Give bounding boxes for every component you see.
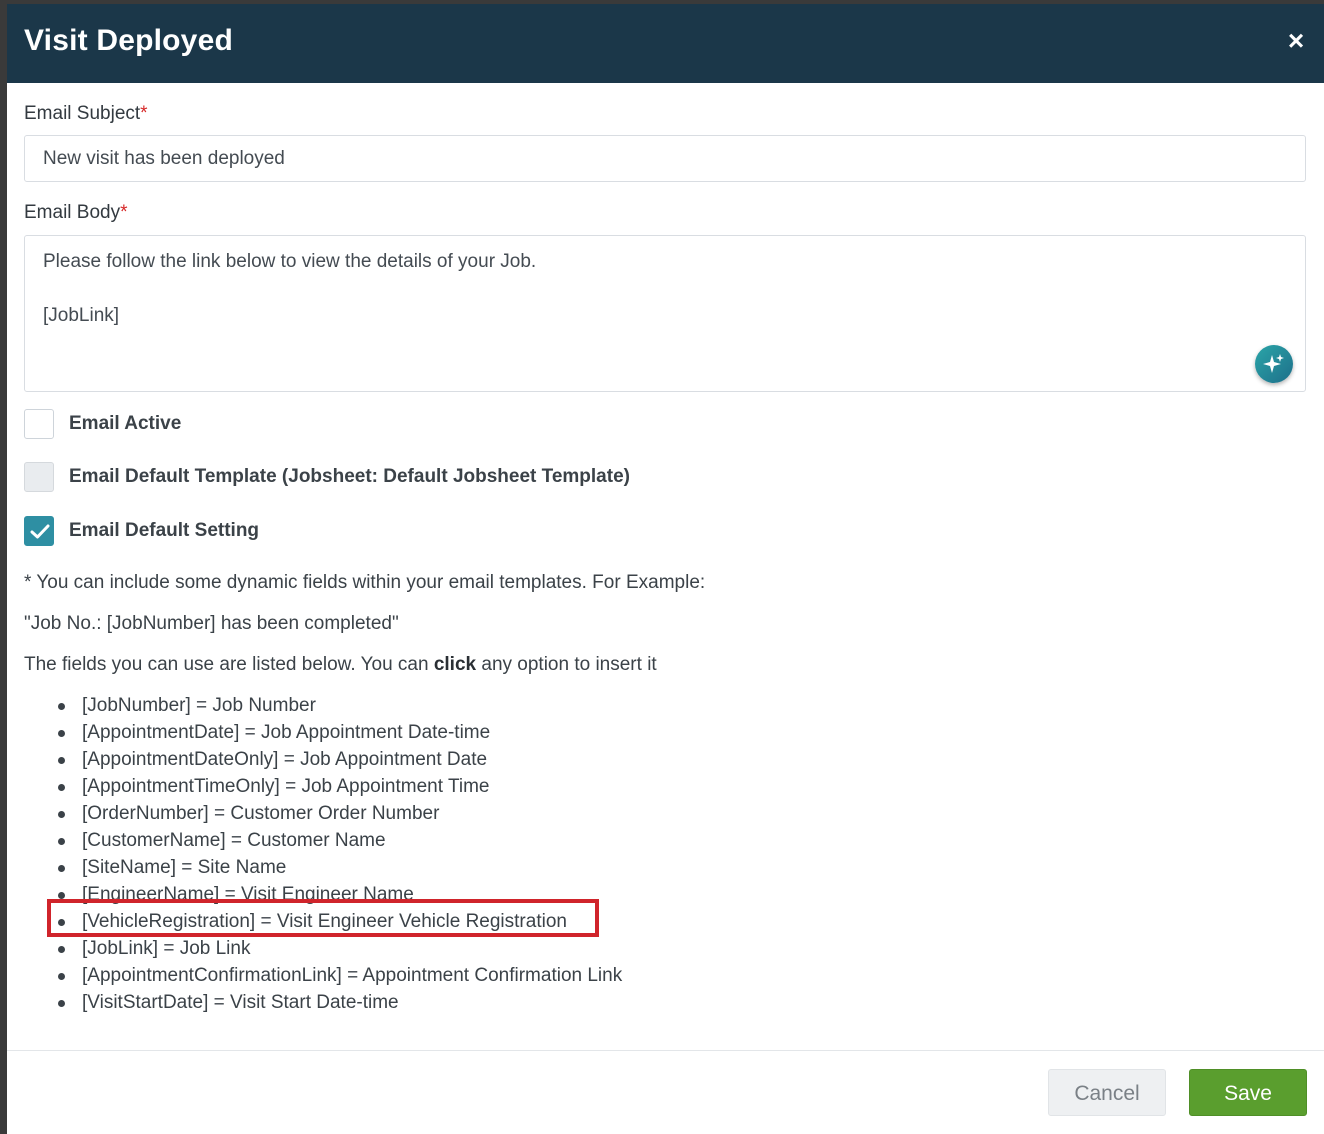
bullet (58, 703, 65, 710)
dynamic-field-item[interactable]: [AppointmentTimeOnly] = Job Appointment … (24, 773, 622, 800)
dynamic-fields-instruction: The fields you can use are listed below.… (24, 654, 657, 675)
bullet (58, 730, 65, 737)
dynamic-fields-list: [JobNumber] = Job Number [AppointmentDat… (24, 692, 622, 1016)
close-icon: × (1287, 25, 1305, 56)
bullet (58, 838, 65, 845)
dialog-header: Visit Deployed × (7, 4, 1324, 83)
dynamic-field-item[interactable]: [CustomerName] = Customer Name (24, 827, 622, 854)
bullet (58, 946, 65, 953)
sparkle-icon (1263, 354, 1284, 373)
dialog-title: Visit Deployed (24, 24, 233, 57)
bullet (58, 1000, 65, 1007)
dynamic-field-item[interactable]: [VisitStartDate] = Visit Start Date-time (24, 989, 622, 1016)
bullet (58, 757, 65, 764)
email-subject-input[interactable]: New visit has been deployed (24, 135, 1306, 182)
dynamic-field-item[interactable]: [AppointmentConfirmationLink] = Appointm… (24, 962, 622, 989)
required-mark: * (140, 103, 148, 124)
dynamic-fields-example: "Job No.: [JobNumber] has been completed… (24, 613, 399, 634)
email-default-template-label: Email Default Template (Jobsheet: Defaul… (69, 466, 630, 487)
bullet (58, 919, 65, 926)
dynamic-field-item-vehicle-registration[interactable]: [VehicleRegistration] = Visit Engineer V… (24, 908, 622, 935)
close-button[interactable]: × (1284, 26, 1308, 56)
email-body-line: [JobLink] (43, 305, 120, 326)
email-default-setting-checkbox[interactable] (24, 516, 54, 546)
required-mark: * (120, 202, 128, 223)
bullet (58, 865, 65, 872)
dynamic-field-item[interactable]: [EngineerName] = Visit Engineer Name (24, 881, 622, 908)
email-active-label: Email Active (69, 413, 182, 434)
checkmark-icon (30, 524, 50, 539)
email-body-blank-line (43, 275, 1287, 302)
bullet (58, 973, 65, 980)
email-subject-label: Email Subject* (24, 103, 148, 124)
email-body-line: Please follow the link below to view the… (43, 251, 537, 272)
email-default-setting-label: Email Default Setting (69, 520, 260, 541)
dynamic-field-item[interactable]: [AppointmentDateOnly] = Job Appointment … (24, 746, 622, 773)
email-body-textarea[interactable]: Please follow the link below to view the… (24, 235, 1306, 392)
visit-deployed-dialog: Visit Deployed × Email Subject* New visi… (7, 4, 1324, 1134)
dynamic-field-item[interactable]: [JobNumber] = Job Number (24, 692, 622, 719)
footer-divider (7, 1050, 1324, 1051)
email-active-checkbox[interactable] (24, 409, 54, 439)
email-body-label: Email Body* (24, 202, 128, 223)
save-button[interactable]: Save (1189, 1069, 1307, 1116)
dynamic-field-item[interactable]: [AppointmentDate] = Job Appointment Date… (24, 719, 622, 746)
bullet (58, 811, 65, 818)
dynamic-fields-info: * You can include some dynamic fields wi… (24, 572, 706, 593)
cancel-button[interactable]: Cancel (1048, 1069, 1166, 1116)
email-default-template-checkbox (24, 462, 54, 492)
dynamic-field-item[interactable]: [SiteName] = Site Name (24, 854, 622, 881)
dynamic-field-item[interactable]: [JobLink] = Job Link (24, 935, 622, 962)
ai-assist-button[interactable] (1255, 345, 1293, 383)
dynamic-field-item[interactable]: [OrderNumber] = Customer Order Number (24, 800, 622, 827)
bullet (58, 892, 65, 899)
bullet (58, 784, 65, 791)
